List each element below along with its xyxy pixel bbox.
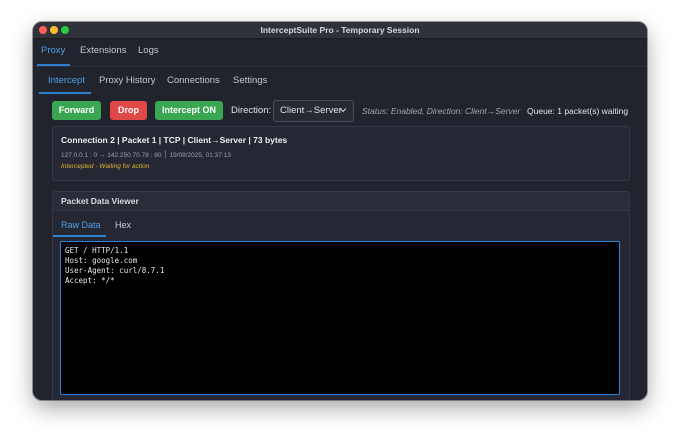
- window-title: InterceptSuite Pro - Temporary Session: [260, 25, 420, 35]
- direction-select[interactable]: Client→Server: [273, 100, 354, 122]
- direction-select-value: Client→Server: [280, 105, 342, 116]
- intercept-toggle-button[interactable]: Intercept ON: [155, 101, 223, 120]
- connection-summary: Connection 2 | Packet 1 | TCP | Client→S…: [61, 135, 288, 145]
- app-window: InterceptSuite Pro - Temporary Session P…: [33, 22, 647, 400]
- queue-status-text: Queue: 1 packet(s) waiting: [527, 106, 629, 116]
- tab-settings[interactable]: Settings: [233, 75, 267, 86]
- tab-hex[interactable]: Hex: [115, 220, 131, 230]
- raw-line: GET / HTTP/1.1: [65, 246, 129, 255]
- raw-line: User-Agent: curl/8.7.1: [65, 266, 165, 275]
- connection-info-panel: Connection 2 | Packet 1 | TCP | Client→S…: [52, 126, 630, 181]
- tab-raw-data-indicator: [53, 235, 106, 237]
- intercept-status-text: Status: Enabled, Direction: Client→Serve…: [362, 106, 521, 116]
- connection-meta: 127.0.0.1 : 0 → 142.250.70.78 : 80 19/08/…: [61, 150, 231, 159]
- viewer-header: Packet Data Viewer: [53, 192, 629, 211]
- raw-data-editor[interactable]: GET / HTTP/1.1 Host: google.com User-Age…: [60, 241, 620, 395]
- tab-intercept-indicator: [39, 92, 91, 94]
- tab-logs[interactable]: Logs: [138, 45, 159, 56]
- forward-button[interactable]: Forward: [52, 101, 101, 120]
- drop-button[interactable]: Drop: [110, 101, 147, 120]
- meta-divider: [165, 150, 167, 158]
- tab-extensions[interactable]: Extensions: [80, 45, 126, 56]
- chevron-down-icon: [339, 108, 347, 113]
- tab-raw-data[interactable]: Raw Data: [61, 220, 101, 230]
- packet-data-viewer: Packet Data Viewer Raw Data Hex GET / HT…: [52, 191, 630, 400]
- raw-line: Accept: */*: [65, 276, 115, 285]
- intercept-state-text: Intercepted - Waiting for action: [61, 163, 150, 170]
- viewer-title: Packet Data Viewer: [61, 196, 139, 206]
- tab-proxy[interactable]: Proxy: [41, 45, 65, 56]
- raw-line: Host: google.com: [65, 256, 138, 265]
- title-bar: InterceptSuite Pro - Temporary Session: [33, 22, 647, 39]
- tab-proxy-indicator: [37, 64, 70, 66]
- sub-tab-bar: Intercept Proxy History Connections Sett…: [33, 67, 647, 94]
- tab-connections[interactable]: Connections: [167, 75, 220, 86]
- connection-route: 127.0.0.1 : 0 → 142.250.70.78 : 80: [61, 152, 162, 159]
- tab-proxy-history[interactable]: Proxy History: [99, 75, 155, 86]
- direction-label: Direction:: [231, 105, 272, 116]
- tab-intercept[interactable]: Intercept: [48, 75, 85, 86]
- top-tab-bar: Proxy Extensions Logs: [33, 39, 647, 67]
- connection-timestamp: 19/08/2025, 01:37:13: [169, 152, 231, 159]
